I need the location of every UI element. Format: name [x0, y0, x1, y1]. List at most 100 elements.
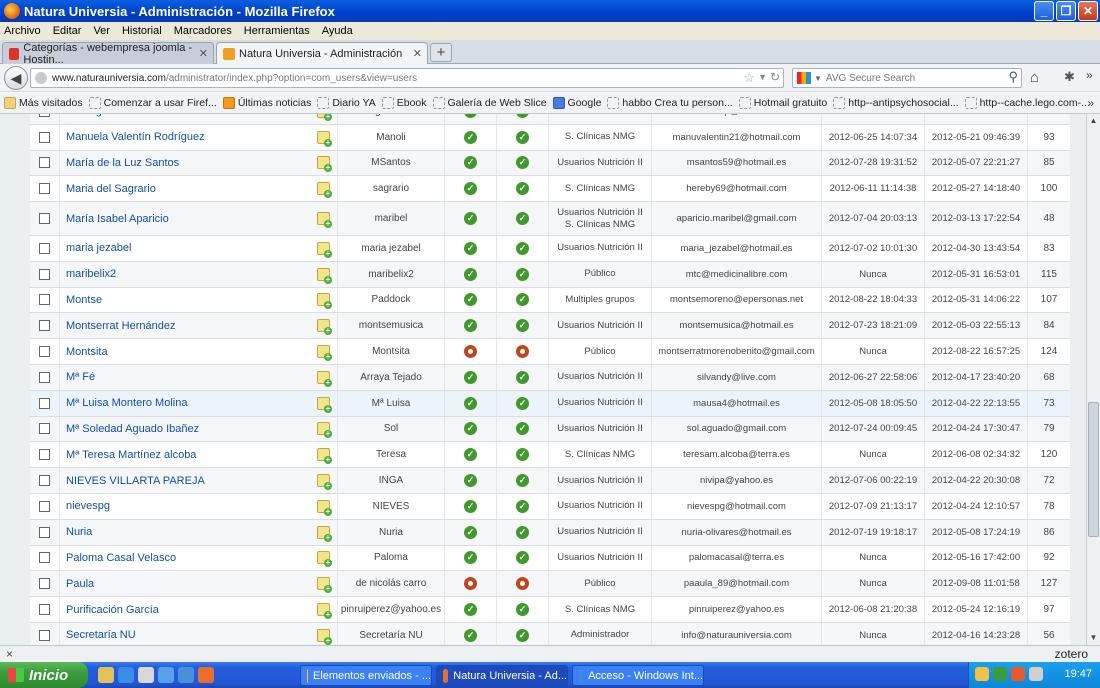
- check-icon[interactable]: ✓: [516, 370, 529, 384]
- close-addon-bar-icon[interactable]: ×: [6, 647, 13, 661]
- add-note-icon[interactable]: [317, 422, 332, 439]
- row-checkbox[interactable]: [39, 294, 50, 306]
- check-icon[interactable]: ✓: [516, 156, 529, 170]
- user-name-link[interactable]: Maria del Sagrario: [66, 183, 156, 195]
- blocked-icon[interactable]: [516, 345, 529, 359]
- menu-marcadores[interactable]: Marcadores: [174, 25, 232, 37]
- add-note-icon[interactable]: [317, 267, 332, 284]
- check-icon[interactable]: ✓: [464, 156, 477, 170]
- home-icon[interactable]: ⌂: [1030, 69, 1039, 86]
- tab-close-icon[interactable]: ✕: [199, 47, 208, 60]
- add-note-icon[interactable]: [317, 293, 332, 310]
- add-note-icon[interactable]: [317, 603, 332, 620]
- row-checkbox[interactable]: [39, 268, 50, 280]
- firefox-quicklaunch-icon[interactable]: [198, 667, 214, 683]
- bookmark-item[interactable]: Comenzar a usar Firef...: [88, 97, 217, 109]
- bookmark-item[interactable]: Más visitados: [4, 97, 83, 109]
- show-desktop-icon[interactable]: [98, 667, 114, 683]
- internet-explorer-icon[interactable]: [118, 667, 134, 683]
- check-icon[interactable]: ✓: [516, 499, 529, 513]
- row-checkbox[interactable]: [39, 157, 50, 169]
- check-icon[interactable]: ✓: [464, 130, 477, 144]
- add-note-icon[interactable]: [317, 370, 332, 387]
- check-icon[interactable]: ✓: [464, 396, 477, 410]
- bookmark-item[interactable]: http--antipsychosocial...: [833, 97, 959, 109]
- add-note-icon[interactable]: [317, 551, 332, 568]
- user-name-link[interactable]: maribelix2: [66, 268, 116, 280]
- zotero-button[interactable]: zotero: [1055, 647, 1088, 661]
- row-checkbox[interactable]: [39, 526, 50, 538]
- user-name-link[interactable]: Mª Ángeles Román: [66, 114, 161, 117]
- check-icon[interactable]: ✓: [464, 293, 477, 307]
- user-name-link[interactable]: Mª Luisa Montero Molina: [66, 397, 187, 409]
- row-checkbox[interactable]: [39, 475, 50, 487]
- check-icon[interactable]: ✓: [464, 422, 477, 436]
- check-icon[interactable]: ✓: [516, 603, 529, 617]
- minimize-button[interactable]: _: [1034, 1, 1054, 21]
- outlook-icon[interactable]: [158, 667, 174, 683]
- bookmark-item[interactable]: Galería de Web Slice: [432, 97, 547, 109]
- add-note-icon[interactable]: [317, 182, 332, 199]
- search-icon[interactable]: ⚲: [1008, 69, 1018, 85]
- add-note-icon[interactable]: [317, 241, 332, 258]
- menu-herramientas[interactable]: Herramientas: [244, 25, 310, 37]
- add-note-icon[interactable]: [317, 212, 332, 229]
- check-icon[interactable]: ✓: [464, 499, 477, 513]
- user-name-link[interactable]: Purificación García: [66, 604, 159, 616]
- blocked-icon[interactable]: [516, 577, 529, 591]
- word-icon[interactable]: [138, 667, 154, 683]
- user-name-link[interactable]: María de la Luz Santos: [66, 157, 179, 169]
- user-name-link[interactable]: NIEVES VILLARTA PAREJA: [66, 475, 205, 487]
- close-window-button[interactable]: ✕: [1078, 1, 1098, 21]
- add-note-icon[interactable]: [317, 525, 332, 542]
- tray-icon[interactable]: [975, 667, 989, 681]
- add-note-icon[interactable]: [317, 474, 332, 491]
- add-note-icon[interactable]: [317, 396, 332, 413]
- check-icon[interactable]: ✓: [464, 525, 477, 539]
- row-checkbox[interactable]: [39, 397, 50, 409]
- check-icon[interactable]: ✓: [516, 130, 529, 144]
- row-checkbox[interactable]: [39, 604, 50, 616]
- start-button[interactable]: Inicio: [0, 662, 88, 688]
- maximize-button[interactable]: ❐: [1056, 1, 1076, 21]
- user-name-link[interactable]: maria jezabel: [66, 242, 131, 254]
- menu-editar[interactable]: Editar: [53, 25, 82, 37]
- scrollbar-thumb[interactable]: [1088, 402, 1099, 537]
- bookmark-item[interactable]: Últimas noticias: [222, 97, 311, 109]
- bookmarks-overflow-icon[interactable]: »: [1087, 96, 1094, 110]
- add-note-icon[interactable]: [317, 628, 332, 645]
- user-name-link[interactable]: Paula: [66, 578, 94, 590]
- toolbar-overflow-icon[interactable]: »: [1086, 68, 1093, 82]
- tab-natura-universia[interactable]: Natura Universia - Administración ✕: [216, 42, 428, 64]
- user-name-link[interactable]: Nuria: [66, 526, 92, 538]
- check-icon[interactable]: ✓: [516, 114, 529, 118]
- bookmark-item[interactable]: Ebook: [381, 97, 427, 109]
- menu-ver[interactable]: Ver: [93, 25, 110, 37]
- user-name-link[interactable]: nievespg: [66, 500, 110, 512]
- add-note-icon[interactable]: [317, 345, 332, 362]
- check-icon[interactable]: ✓: [516, 319, 529, 333]
- row-checkbox[interactable]: [39, 500, 50, 512]
- tray-icon[interactable]: [993, 667, 1007, 681]
- check-icon[interactable]: ✓: [516, 182, 529, 196]
- messenger-icon[interactable]: [178, 667, 194, 683]
- check-icon[interactable]: ✓: [516, 422, 529, 436]
- search-box[interactable]: ▼ ⚲: [792, 68, 1022, 88]
- tab-categorias[interactable]: Categorías - webempresa joomla - Hostin.…: [2, 42, 214, 66]
- search-input[interactable]: [825, 72, 996, 84]
- blocked-icon[interactable]: [464, 577, 477, 591]
- row-checkbox[interactable]: [39, 346, 50, 358]
- search-engine-dropdown-icon[interactable]: ▼: [814, 74, 822, 83]
- blocked-icon[interactable]: [464, 345, 477, 359]
- check-icon[interactable]: ✓: [516, 525, 529, 539]
- check-icon[interactable]: ✓: [464, 628, 477, 642]
- row-checkbox[interactable]: [39, 371, 50, 383]
- taskbar-item-acceso-windows[interactable]: Acceso - Windows Int...: [572, 665, 704, 686]
- user-name-link[interactable]: Paloma Casal Velasco: [66, 552, 176, 564]
- check-icon[interactable]: ✓: [464, 474, 477, 488]
- add-note-icon[interactable]: [317, 130, 332, 147]
- add-note-icon[interactable]: [317, 499, 332, 516]
- check-icon[interactable]: ✓: [464, 114, 477, 118]
- add-note-icon[interactable]: [317, 114, 332, 121]
- reload-icon[interactable]: ↻: [770, 70, 780, 84]
